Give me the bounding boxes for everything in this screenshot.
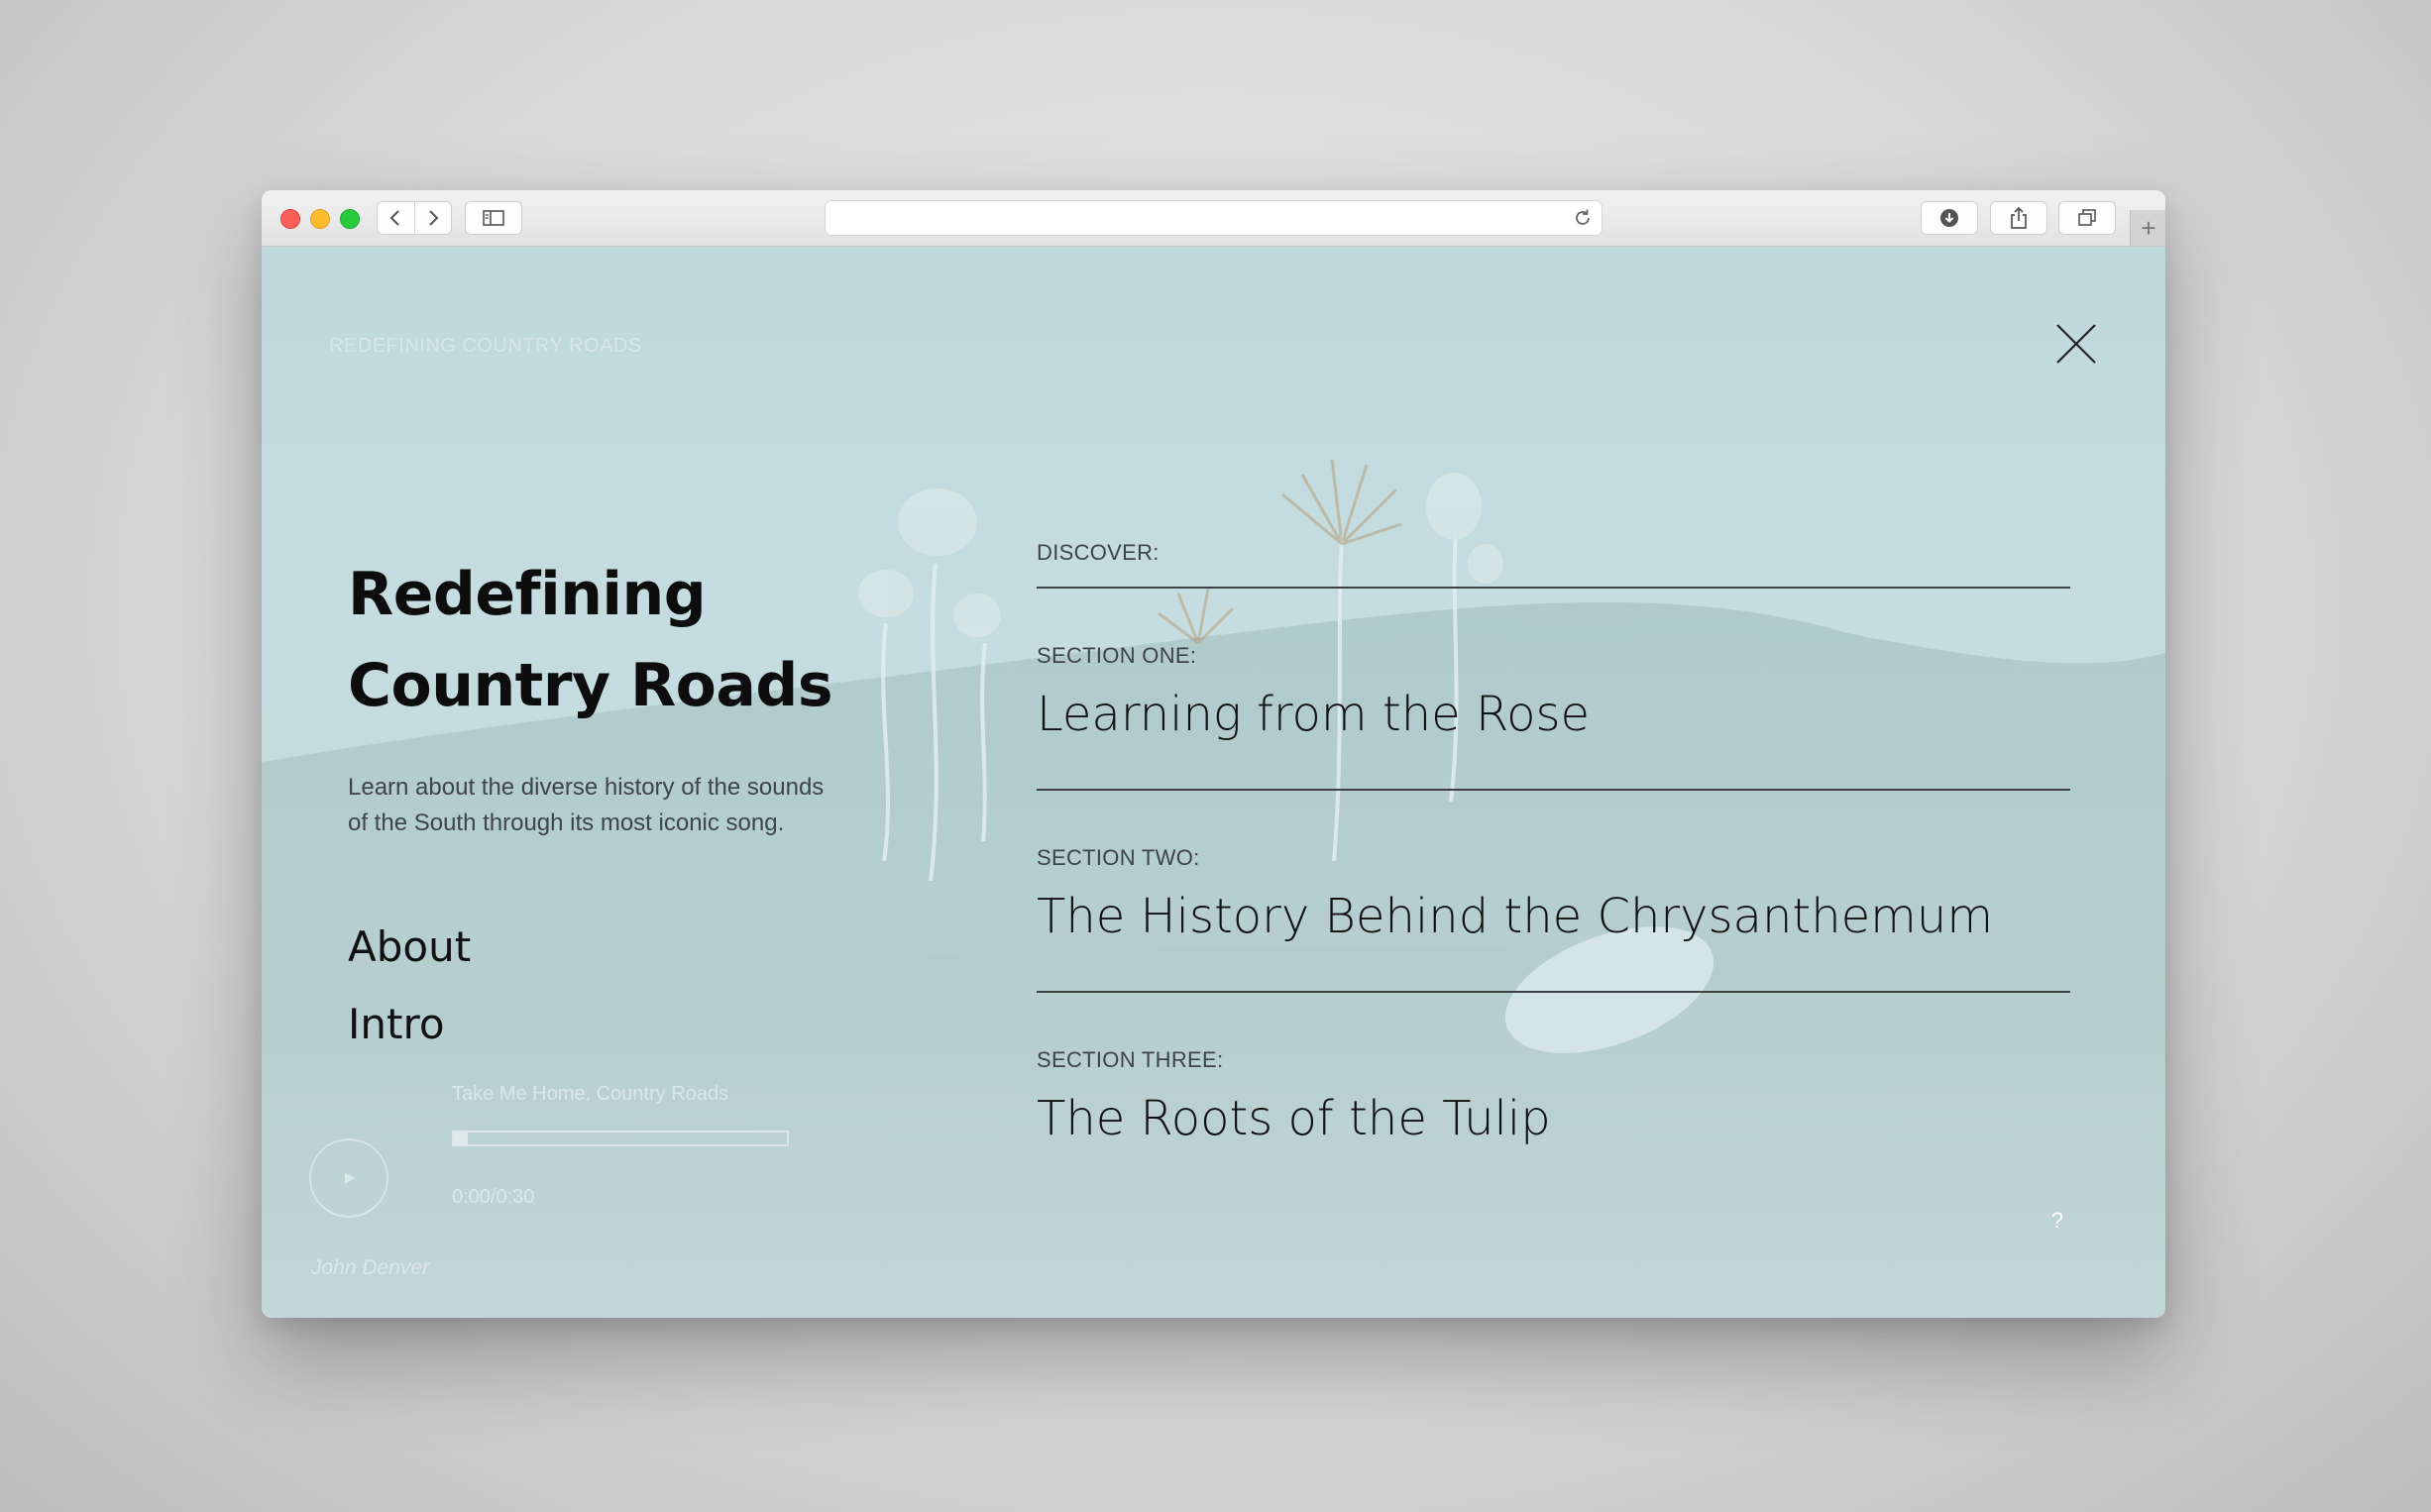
tabs-icon [2078,209,2096,226]
sidebar-icon [483,210,504,226]
forward-icon [429,210,439,226]
artist-name: John Denver [311,1256,430,1279]
audio-player: Take Me Home, Country Roads 0:00/0:30 [309,1079,825,1317]
show-tabs-button[interactable] [2058,201,2116,235]
back-icon [389,210,399,226]
brand-label[interactable]: REDEFINING COUNTRY ROADS [329,335,642,358]
page-content: REDEFINING COUNTRY ROADS Redefining Coun… [262,247,2165,1318]
back-button[interactable] [378,202,414,234]
reload-icon [1576,209,1590,225]
section-one-link[interactable]: Learning from the Rose [1037,687,1590,742]
page-title: Redefining Country Roads [348,549,903,731]
flower-heads [858,473,1503,637]
nav-link-intro[interactable]: Intro [348,1000,445,1048]
progress-handle[interactable] [454,1131,468,1146]
description-line-2: of the South through its most iconic son… [348,810,785,836]
downloads-button[interactable] [1921,201,1978,235]
track-time: 0:00/0:30 [452,1186,535,1208]
help-button[interactable]: ? [2045,1208,2069,1238]
address-bar[interactable] [825,200,1602,236]
description-line-1: Learn about the diverse history of the s… [348,774,825,801]
share-icon [2011,206,2027,229]
new-tab-icon: + [2141,213,2156,243]
browser-toolbar: + [262,190,2165,247]
zoom-window-button[interactable] [340,209,360,229]
progress-bar[interactable] [452,1131,789,1146]
sidebar-button[interactable] [465,201,522,235]
download-icon [1940,209,1958,227]
divider [1037,789,2070,791]
section-one-label: SECTION ONE: [1037,643,1197,668]
minimize-window-button[interactable] [310,209,330,229]
browser-window: + REDEFINING COUNTRY ROADS Redefining Co… [262,190,2165,1318]
discover-label: DISCOVER: [1037,540,1160,565]
forward-button[interactable] [413,202,452,234]
history-nav-group [377,201,452,235]
title-line-1: Redefining [348,560,707,629]
reload-button[interactable] [1572,207,1594,234]
new-tab-button[interactable]: + [2130,210,2165,246]
close-window-button[interactable] [280,209,300,229]
share-button[interactable] [1990,201,2047,235]
section-three-label: SECTION THREE: [1037,1047,1224,1072]
section-three-link[interactable]: The Roots of the Tulip [1037,1091,1551,1146]
divider [1037,991,2070,993]
title-line-2: Country Roads [348,651,833,720]
divider [1037,587,2070,589]
section-two-label: SECTION TWO: [1037,845,1200,870]
close-menu-icon[interactable] [2053,321,2099,367]
nav-link-about[interactable]: About [348,922,471,971]
track-title: Take Me Home, Country Roads [452,1083,729,1105]
page-description: Learn about the diverse history of the s… [348,770,903,841]
palm-fronds [1158,459,1402,645]
play-button[interactable] [309,1138,388,1218]
play-icon [345,1172,355,1184]
section-two-link[interactable]: The History Behind the Chrysanthemum [1037,889,1993,944]
